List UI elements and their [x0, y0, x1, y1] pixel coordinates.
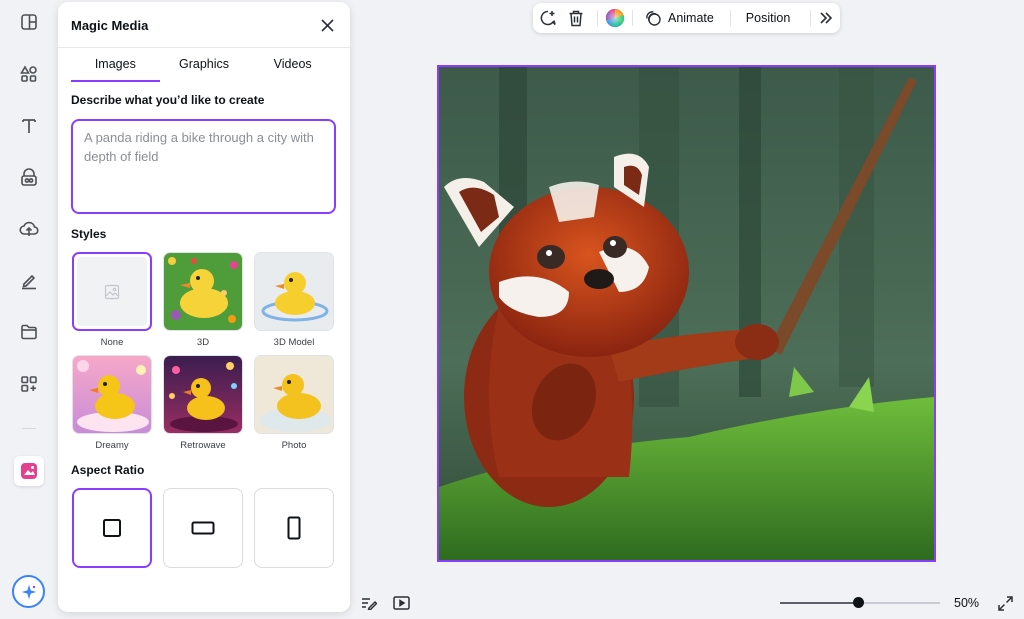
- tab-images[interactable]: Images: [71, 48, 160, 82]
- apps-icon[interactable]: [14, 369, 44, 399]
- rail-divider: [22, 428, 36, 429]
- media-tabs: Images Graphics Videos: [71, 48, 337, 82]
- style-label: 3D Model: [273, 337, 315, 348]
- duck-3d-model-thumbnail: [255, 253, 333, 330]
- style-label: Dreamy: [95, 440, 129, 451]
- notes-icon[interactable]: [360, 594, 378, 612]
- magic-sparkle-icon[interactable]: [12, 575, 45, 608]
- design-icon[interactable]: [14, 7, 44, 37]
- zoom-slider-fill: [780, 602, 859, 604]
- close-icon[interactable]: [318, 16, 336, 34]
- animate-label: Animate: [667, 11, 714, 25]
- style-thumb: [72, 252, 152, 331]
- duck-retrowave-thumbnail: [164, 356, 242, 433]
- aspect-ratio-label: Aspect Ratio: [71, 463, 145, 477]
- animate-icon: [646, 11, 661, 26]
- animate-button[interactable]: Animate: [633, 3, 730, 33]
- red-panda-image: [439, 67, 934, 560]
- style-thumb: [163, 355, 243, 434]
- fullscreen-icon[interactable]: [996, 594, 1014, 612]
- portrait-ratio-icon: [287, 516, 301, 540]
- more-icon[interactable]: [811, 3, 840, 33]
- position-label: Position: [745, 11, 791, 25]
- style-thumb: [254, 355, 334, 434]
- style-3d[interactable]: 3D: [163, 252, 243, 348]
- panel-title: Magic Media: [71, 18, 149, 33]
- aspect-square-button[interactable]: [72, 488, 152, 568]
- trash-icon[interactable]: [563, 3, 590, 33]
- prompt-input[interactable]: [71, 119, 336, 214]
- duck-photo-thumbnail: [255, 356, 333, 433]
- duck-dreamy-thumbnail: [73, 356, 151, 433]
- prompt-label: Describe what you’d like to create: [71, 93, 265, 107]
- elements-icon[interactable]: [14, 59, 44, 89]
- duck-3d-thumbnail: [164, 253, 242, 330]
- styles-label: Styles: [71, 227, 107, 241]
- tab-graphics[interactable]: Graphics: [160, 48, 249, 82]
- element-toolbar: Animate Position: [533, 3, 840, 33]
- style-retrowave[interactable]: Retrowave: [163, 355, 243, 451]
- color-wheel-icon[interactable]: [598, 3, 633, 33]
- square-ratio-icon: [103, 519, 121, 537]
- uploads-icon[interactable]: [14, 214, 44, 244]
- aspect-landscape-button[interactable]: [163, 488, 243, 568]
- style-none[interactable]: None: [72, 252, 152, 348]
- style-3d-model[interactable]: 3D Model: [254, 252, 334, 348]
- style-dreamy[interactable]: Dreamy: [72, 355, 152, 451]
- aspect-portrait-button[interactable]: [254, 488, 334, 568]
- style-photo[interactable]: Photo: [254, 355, 334, 451]
- position-button[interactable]: Position: [731, 3, 810, 33]
- tab-videos[interactable]: Videos: [248, 48, 337, 82]
- canvas-image-selected[interactable]: [437, 65, 936, 562]
- projects-icon[interactable]: [14, 317, 44, 347]
- style-thumb: [163, 252, 243, 331]
- draw-icon[interactable]: [14, 266, 44, 296]
- magic-media-panel: Magic Media Images Graphics Videos Descr…: [58, 2, 350, 612]
- zoom-level[interactable]: 50%: [954, 596, 979, 610]
- side-rail: [0, 0, 58, 619]
- add-comment-icon[interactable]: [534, 3, 563, 33]
- image-placeholder-icon: [77, 257, 147, 326]
- style-label: 3D: [196, 337, 210, 348]
- present-icon[interactable]: [392, 594, 410, 612]
- style-label: Photo: [281, 440, 307, 451]
- brand-icon[interactable]: [14, 163, 44, 193]
- zoom-slider[interactable]: [780, 597, 940, 608]
- landscape-ratio-icon: [191, 521, 215, 535]
- magic-media-icon[interactable]: [14, 456, 44, 486]
- zoom-slider-thumb[interactable]: [852, 597, 864, 608]
- text-icon[interactable]: [14, 111, 44, 141]
- style-label: Retrowave: [180, 440, 226, 451]
- style-thumb: [72, 355, 152, 434]
- style-label: None: [100, 337, 124, 348]
- style-thumb: [254, 252, 334, 331]
